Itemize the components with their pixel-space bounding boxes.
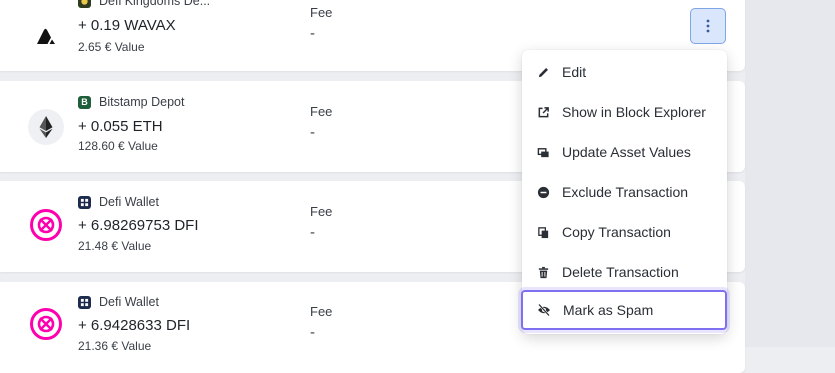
trash-icon — [536, 265, 550, 279]
fee-label: Fee — [310, 104, 333, 119]
minus-circle-icon — [536, 185, 550, 199]
fee-value: - — [310, 324, 315, 341]
bitstamp-wallet-icon: B — [78, 95, 91, 109]
defi-kingdoms-wallet-icon — [78, 0, 91, 8]
wallet-label: Bitstamp Depot — [99, 95, 185, 109]
pencil-icon — [536, 65, 550, 79]
menu-item-label: Edit — [562, 64, 587, 80]
copy-icon — [536, 225, 550, 239]
defi-wallet-icon — [78, 295, 91, 309]
transaction-amount: + 6.98269753 DFI — [78, 217, 199, 234]
menu-item-label: Exclude Transaction — [562, 184, 689, 200]
menu-item-copy-transaction[interactable]: Copy Transaction — [522, 212, 727, 252]
page-background-strip — [745, 0, 835, 347]
wallet-label: Defi Kingdoms De... — [99, 0, 211, 8]
external-link-icon — [536, 105, 550, 119]
ethereum-logo-icon — [28, 109, 64, 145]
fee-value: - — [310, 124, 315, 141]
menu-item-label: Delete Transaction — [562, 264, 679, 280]
wallet-name: Defi Wallet — [78, 295, 159, 309]
transaction-actions-menu: Edit Show in Block Explorer Update Asset… — [521, 50, 727, 334]
fee-label: Fee — [310, 5, 333, 20]
eye-off-icon — [537, 303, 551, 317]
defichain-logo-icon — [28, 306, 64, 342]
fee-value: - — [310, 224, 315, 241]
menu-item-mark-as-spam[interactable]: Mark as Spam — [521, 290, 727, 330]
transaction-value: 128.60 € Value — [78, 139, 158, 153]
menu-item-label: Update Asset Values — [562, 144, 691, 160]
transaction-amount: + 0.19 WAVAX — [78, 17, 176, 34]
kebab-icon — [706, 19, 710, 33]
transaction-amount: + 6.9428633 DFI — [78, 317, 191, 334]
more-actions-button[interactable] — [690, 8, 726, 44]
transaction-value: 21.48 € Value — [78, 239, 152, 253]
menu-item-delete-transaction[interactable]: Delete Transaction — [522, 252, 727, 292]
menu-item-block-explorer[interactable]: Show in Block Explorer — [522, 92, 727, 132]
wallet-label: Defi Wallet — [99, 295, 159, 309]
defi-wallet-icon — [78, 195, 91, 209]
update-values-icon — [536, 145, 550, 159]
transaction-value: 21.36 € Value — [78, 339, 152, 353]
transaction-amount: + 0.055 ETH — [78, 118, 163, 135]
avalanche-logo-icon — [28, 18, 64, 54]
fee-label: Fee — [310, 304, 333, 319]
fee-label: Fee — [310, 204, 333, 219]
wallet-name: Defi Kingdoms De... — [78, 0, 210, 8]
fee-value: - — [310, 25, 315, 42]
menu-item-update-asset-values[interactable]: Update Asset Values — [522, 132, 727, 172]
wallet-name: B Bitstamp Depot — [78, 95, 184, 109]
menu-item-exclude-transaction[interactable]: Exclude Transaction — [522, 172, 727, 212]
menu-item-label: Mark as Spam — [563, 302, 654, 318]
menu-item-label: Show in Block Explorer — [562, 104, 706, 120]
menu-item-edit[interactable]: Edit — [522, 52, 727, 92]
wallet-name: Defi Wallet — [78, 195, 159, 209]
transaction-value: 2.65 € Value — [78, 40, 145, 54]
menu-item-label: Copy Transaction — [562, 224, 671, 240]
defichain-logo-icon — [28, 207, 64, 243]
wallet-label: Defi Wallet — [99, 195, 159, 209]
